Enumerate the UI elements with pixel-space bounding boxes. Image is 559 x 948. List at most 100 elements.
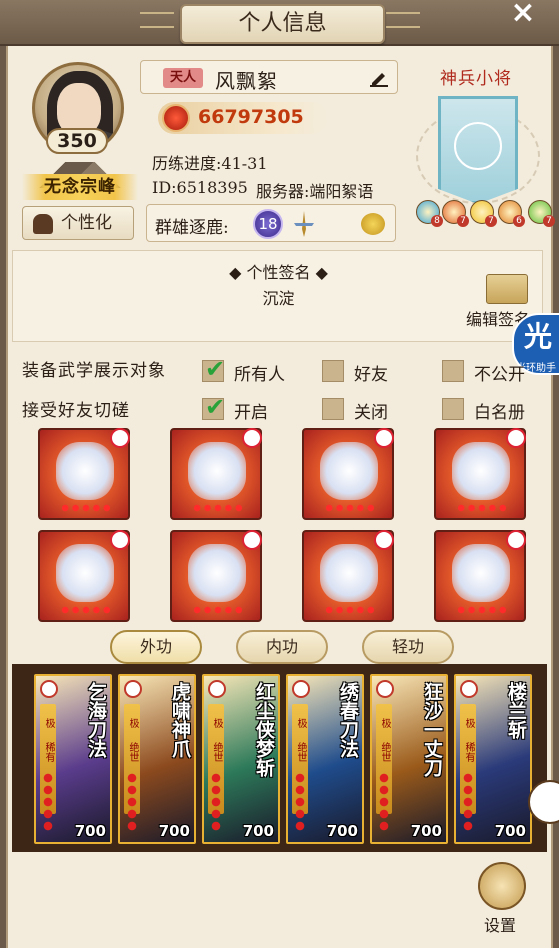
level-badge: 350 <box>46 128 108 154</box>
star-dots <box>192 606 244 614</box>
option-private: 不公开 <box>474 365 525 385</box>
checkbox-friends[interactable] <box>322 360 344 382</box>
gem-icon <box>110 428 130 448</box>
level-gems <box>126 772 138 832</box>
martial-art-card[interactable]: 极绝世 狂沙一丈刀 700 <box>370 674 448 844</box>
equipment-slot-crown[interactable] <box>302 428 394 520</box>
settings-icon[interactable] <box>478 862 526 910</box>
martial-art-card[interactable]: 极绝世 绣春刀法 700 <box>286 674 364 844</box>
sect-name: 无念宗峰 <box>22 174 138 200</box>
qunxiong-box: 群雄逐鹿: 18 <box>146 204 396 242</box>
power-value: 66797305 <box>198 106 304 128</box>
martial-art-power: 700 <box>494 822 526 840</box>
martial-art-power: 700 <box>326 822 358 840</box>
outfit-icon <box>33 214 53 234</box>
checkbox-disable[interactable] <box>322 398 344 420</box>
martial-art-name: 乞海刀法 <box>85 682 107 758</box>
display-target-label: 装备武学展示对象 <box>22 361 166 381</box>
martial-art-name: 红尘侠梦斩 <box>253 682 275 777</box>
martial-art-card[interactable]: 极稀有 楼兰斩 700 <box>454 674 532 844</box>
wrist-guard-icon <box>56 442 114 500</box>
equipment-slot-ring[interactable] <box>434 530 526 622</box>
martial-art-card[interactable]: 极稀有 乞海刀法 700 <box>34 674 112 844</box>
martial-art-card[interactable]: 极绝世 虎啸神爪 700 <box>118 674 196 844</box>
rarity-tag: 稀有 <box>463 742 474 762</box>
hairpin-icon <box>188 544 246 602</box>
tab-qinggong[interactable]: 轻功 <box>362 630 454 664</box>
option-enable: 开启 <box>234 403 268 423</box>
rarity-tag: 稀有 <box>43 742 54 762</box>
crown-icon <box>320 442 378 500</box>
star-dots <box>456 504 508 512</box>
equipment-slot-boots[interactable] <box>434 428 526 520</box>
equipment-slot-hairpin[interactable] <box>170 530 262 622</box>
sword-emblem-icon <box>294 211 314 237</box>
equipment-slot-wrist-guard[interactable] <box>38 428 130 520</box>
star-dots <box>192 504 244 512</box>
element-orb-icon: 7 <box>442 200 469 227</box>
orb-count: 7 <box>485 215 497 227</box>
equipment-slot-robe[interactable] <box>170 428 262 520</box>
gem-icon <box>242 428 262 448</box>
element-orb-icon: 7 <box>470 200 497 227</box>
orb-count: 7 <box>543 215 555 227</box>
scroll-icon[interactable] <box>486 274 528 304</box>
edit-name-icon[interactable] <box>369 69 389 87</box>
martial-art-name: 虎啸神爪 <box>169 682 191 758</box>
personalize-label: 个性化 <box>61 213 112 233</box>
personalize-button[interactable]: 个性化 <box>22 206 134 240</box>
sect-banner: 无念宗峰 <box>18 160 142 204</box>
star-dots <box>60 606 112 614</box>
equipment-slot-bracelet[interactable] <box>302 530 394 622</box>
search-icon[interactable] <box>361 213 385 235</box>
gem-icon <box>242 530 262 550</box>
title-ornament-left <box>140 12 174 28</box>
gem-icon <box>374 428 394 448</box>
necklace-icon <box>56 544 114 602</box>
power-box: 66797305 <box>158 102 328 134</box>
gem-icon <box>110 530 130 550</box>
power-icon <box>162 104 190 132</box>
grade-tag: 极 <box>379 718 390 728</box>
martial-art-card[interactable]: 极绝世 红尘侠梦斩 700 <box>202 674 280 844</box>
equipment-slot-necklace[interactable] <box>38 530 130 622</box>
option-all-users: 所有人 <box>234 365 285 385</box>
level-gems <box>462 772 474 832</box>
name-box: 天人 风飘絮 <box>140 60 398 94</box>
element-orb-icon: 8 <box>416 200 443 227</box>
rank-badge: 18 <box>253 209 283 239</box>
weapon-title: 神兵小将 <box>440 69 512 89</box>
element-orb-icon: 7 <box>528 200 555 227</box>
rank-icon <box>208 680 226 698</box>
tab-waigong[interactable]: 外功 <box>110 630 202 664</box>
rank-icon <box>40 680 58 698</box>
player-name: 风飘絮 <box>215 69 278 93</box>
close-icon[interactable]: × <box>505 0 541 28</box>
star-dots <box>324 504 376 512</box>
signature-text: 沉淀 <box>262 289 295 308</box>
checkbox-private[interactable] <box>442 360 464 382</box>
settings-label[interactable]: 设置 <box>484 912 516 936</box>
gem-icon <box>506 530 526 550</box>
martial-art-power: 700 <box>74 822 106 840</box>
rarity-tag: 绝世 <box>211 742 222 762</box>
grade-tag: 极 <box>127 718 138 728</box>
robe-icon <box>188 442 246 500</box>
checkbox-whitelist[interactable] <box>442 398 464 420</box>
rank-icon <box>460 680 478 698</box>
checkbox-enable[interactable] <box>202 393 225 421</box>
martial-art-name: 绣春刀法 <box>337 682 359 758</box>
star-dots <box>456 606 508 614</box>
element-orb-icon: 6 <box>498 200 525 227</box>
tab-neigong[interactable]: 内功 <box>236 630 328 664</box>
martial-art-power: 700 <box>242 822 274 840</box>
gem-icon <box>374 530 394 550</box>
star-dots <box>324 606 376 614</box>
grade-tag: 极 <box>43 718 54 728</box>
rarity-tag: 绝世 <box>295 742 306 762</box>
grade-tag: 极 <box>211 718 222 728</box>
checkbox-all-users[interactable] <box>202 355 225 383</box>
tier-tag: 天人 <box>163 68 203 88</box>
option-disable: 关闭 <box>354 403 388 423</box>
player-id: ID:6518395 <box>152 178 248 197</box>
